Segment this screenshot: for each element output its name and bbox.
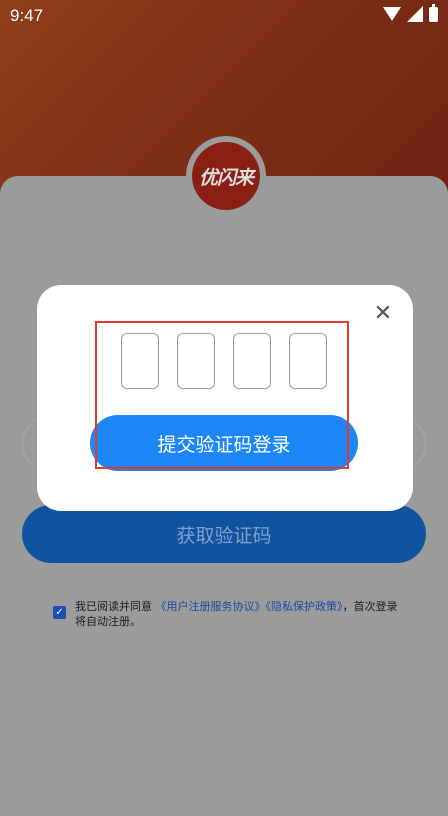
agree-checkbox[interactable]: ✓ xyxy=(53,606,66,619)
status-bar: 9:47 xyxy=(0,0,448,32)
agreement-text: 我已阅读并同意 《用户注册服务协议》《隐私保护政策》，首次登录将自动注册。 xyxy=(75,599,405,629)
app-logo: 优闪来 xyxy=(192,142,260,210)
get-code-button[interactable]: 获取验证码 xyxy=(22,505,426,563)
status-icons xyxy=(383,3,438,22)
status-time: 9:47 xyxy=(10,6,44,25)
user-agreement-link[interactable]: 《用户注册服务协议》 xyxy=(156,600,266,613)
close-icon[interactable]: ✕ xyxy=(371,302,395,326)
highlight-box xyxy=(95,321,349,469)
wifi-icon xyxy=(383,7,401,21)
agreement-prefix: 我已阅读并同意 xyxy=(75,600,152,613)
privacy-policy-link[interactable]: 《隐私保护政策》 xyxy=(266,600,343,613)
signal-icon xyxy=(407,6,423,22)
battery-icon xyxy=(429,3,438,22)
